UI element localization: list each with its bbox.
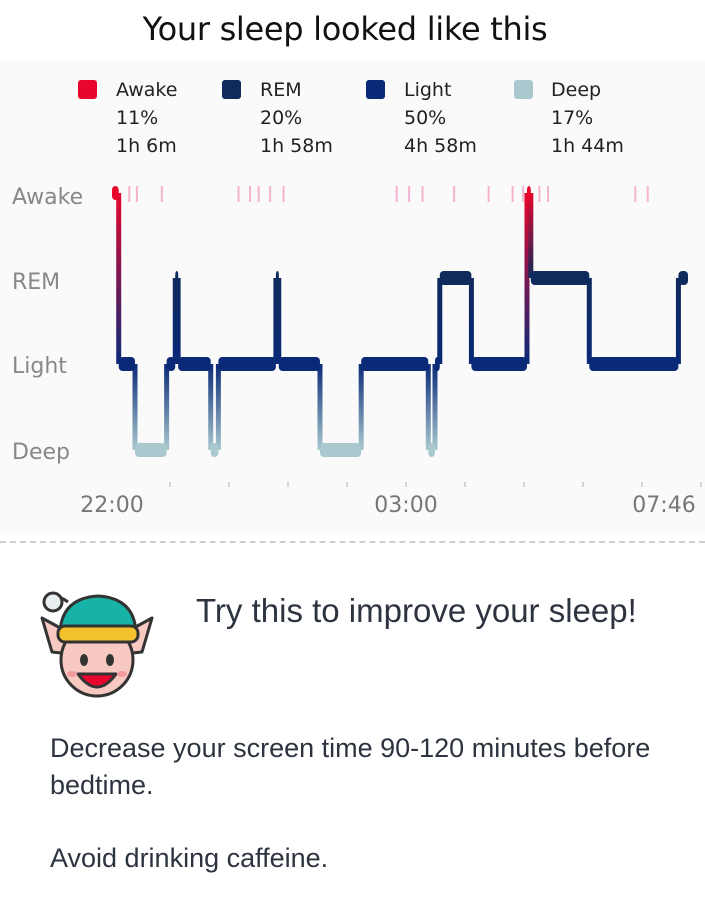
stage-transition (586, 278, 592, 364)
awake-tick (249, 186, 252, 202)
tip-item: Decrease your screen time 90-120 minutes… (50, 733, 651, 800)
y-axis-label: Light (12, 354, 67, 379)
awake-tick (511, 186, 514, 202)
stage-transition (175, 278, 181, 364)
stage-transition (132, 364, 138, 450)
stage-transition (116, 193, 122, 364)
stage-transition (276, 278, 282, 364)
stage-bar-light (178, 357, 211, 371)
stage-transition (317, 364, 323, 450)
stage-transition (215, 364, 221, 450)
stage-bar-deep (428, 443, 435, 457)
awake-tick (487, 186, 490, 202)
stage-bar-light (361, 357, 429, 371)
stage-bar-deep (319, 443, 362, 457)
tip-item: Avoid drinking caffeine. (50, 843, 329, 873)
stage-transition (528, 193, 534, 278)
stage-bar-light (471, 357, 527, 371)
awake-tick (547, 186, 550, 202)
stage-bar-light (218, 357, 276, 371)
stage-bar-light (118, 357, 136, 371)
stage-bar-light (589, 357, 679, 371)
stage-transition (358, 364, 364, 450)
elf-face-icon (40, 591, 154, 698)
awake-tick (269, 186, 272, 202)
sleep-summary-page: Your sleep looked like this Awake 11% 1h… (0, 0, 705, 920)
awake-tick (237, 186, 240, 202)
stage-bar-rem (530, 271, 590, 285)
sleep-stage-chart: Awake REM Light Deep 22:00 03:00 07:46 (12, 185, 702, 518)
awake-tick (282, 186, 285, 202)
stage-transition (208, 364, 214, 450)
stage-transition (437, 278, 443, 364)
tip-heading: Try this to improve your sleep! (196, 592, 637, 629)
y-axis-label: Awake (12, 185, 83, 210)
awake-tick (421, 186, 424, 202)
awake-tick (408, 186, 411, 202)
stage-bar-light (278, 357, 320, 371)
awake-tick (538, 186, 541, 202)
stage-transition (164, 364, 170, 450)
stage-transition (675, 278, 681, 364)
x-axis-tick-label: 22:00 (80, 493, 143, 518)
awake-tick (160, 186, 163, 202)
awake-tick (135, 186, 138, 202)
stage-transition (468, 278, 474, 364)
awake-tick (646, 186, 649, 202)
awake-tick (453, 186, 456, 202)
stage-bar-deep (210, 443, 219, 457)
x-axis-tick-label: 07:46 (632, 493, 695, 518)
stage-bar-deep (135, 443, 167, 457)
stage-bar-awake (526, 186, 531, 200)
stage-bar-light (166, 357, 176, 371)
stage-transition (432, 364, 438, 450)
y-axis-label: REM (12, 270, 60, 295)
stage-bar-rem (275, 271, 279, 285)
x-axis-tick-label: 03:00 (374, 493, 437, 518)
awake-tick (128, 186, 131, 202)
awake-tick (522, 186, 525, 202)
stage-transition (425, 364, 431, 450)
stage-bar-light (434, 357, 440, 371)
y-axis-label: Deep (12, 440, 70, 465)
awake-tick (257, 186, 260, 202)
stage-bar-rem (439, 271, 472, 285)
stage-bar-rem (175, 271, 179, 285)
stage-bar-awake (112, 186, 119, 200)
awake-tick (634, 186, 637, 202)
awake-tick (395, 186, 398, 202)
stage-bar-rem (678, 271, 688, 285)
section-divider (0, 541, 705, 543)
